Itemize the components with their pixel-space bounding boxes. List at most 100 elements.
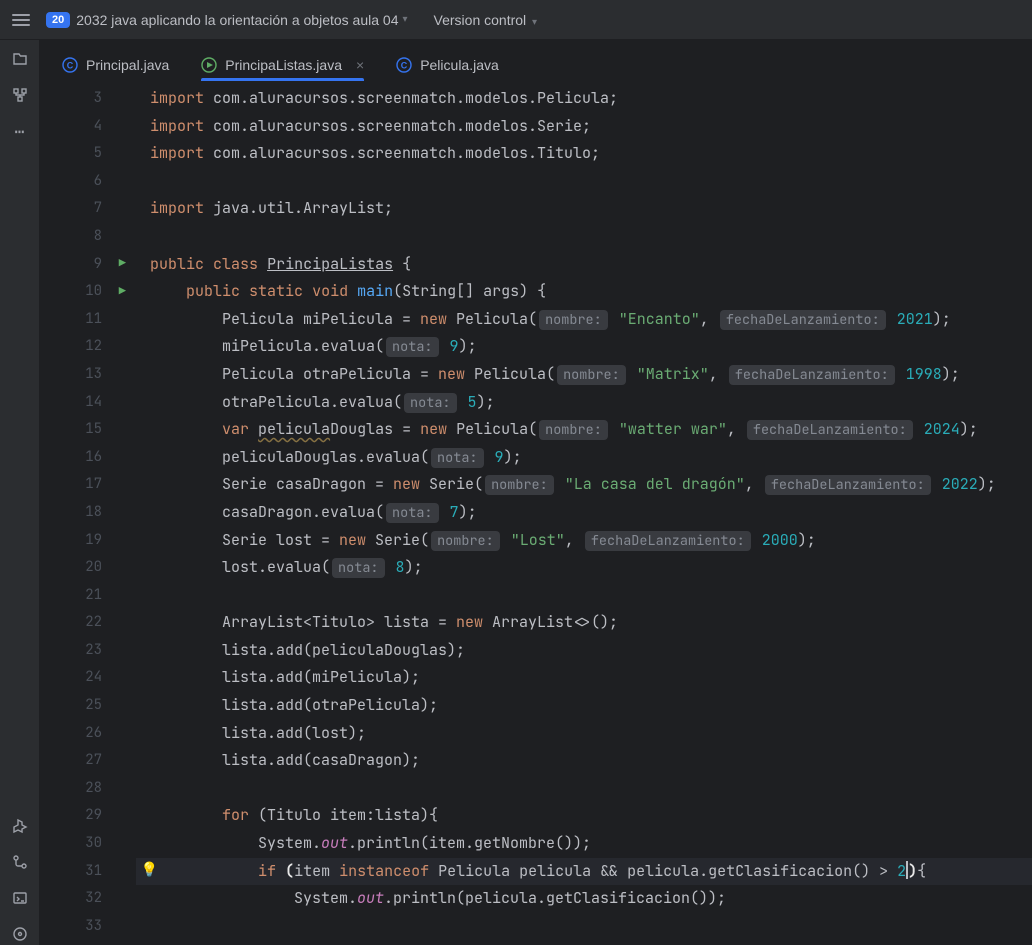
param-hint: fechaDeLanzamiento:	[747, 420, 913, 440]
line-number[interactable]: 20	[40, 554, 136, 582]
code-line	[150, 775, 1032, 803]
line-number[interactable]: 29	[40, 802, 136, 830]
code-line	[150, 913, 1032, 941]
code-line: ArrayList<Titulo> lista = new ArrayList<…	[150, 609, 1032, 637]
param-hint: nombre:	[485, 475, 554, 495]
line-number[interactable]: 11	[40, 306, 136, 334]
code-line: Serie casaDragon = new Serie(nombre: "La…	[150, 471, 1032, 499]
line-number[interactable]: 14	[40, 389, 136, 417]
tab-principalistas[interactable]: PrincipaListas.java ×	[187, 47, 378, 81]
line-number[interactable]: 26	[40, 720, 136, 748]
line-number[interactable]: 19	[40, 527, 136, 555]
line-number[interactable]: 17	[40, 471, 136, 499]
code-line: import com.aluracursos.screenmatch.model…	[150, 113, 1032, 141]
run-gutter-icon[interactable]: ▶	[119, 278, 126, 306]
param-hint: nota:	[386, 337, 439, 357]
code-line: lista.add(otraPelicula);	[150, 692, 1032, 720]
project-tool-icon[interactable]	[9, 48, 31, 70]
code-line: lista.add(casaDragon);	[150, 747, 1032, 775]
line-number[interactable]: 33	[40, 913, 136, 941]
services-tool-icon[interactable]	[9, 923, 31, 945]
code-line: Serie lost = new Serie(nombre: "Lost", f…	[150, 527, 1032, 555]
param-hint: fechaDeLanzamiento:	[729, 365, 895, 385]
code-area[interactable]: 3456789▶10▶11121314151617181920212223242…	[40, 82, 1032, 945]
run-gutter-icon[interactable]: ▶	[119, 251, 126, 279]
tab-label: Pelicula.java	[420, 57, 499, 73]
line-number[interactable]: 34	[40, 940, 136, 945]
git-tool-icon[interactable]	[9, 851, 31, 873]
code-line: peliculaDouglas.evalua(nota: 9);	[150, 444, 1032, 472]
editor-tabs: C Principal.java PrincipaListas.java × C…	[40, 40, 1032, 82]
code-line: otraPelicula.evalua(nota: 5);	[150, 389, 1032, 417]
code-line: Pelicula otraPelicula = new Pelicula(nom…	[150, 361, 1032, 389]
chevron-down-icon: ▾	[532, 17, 537, 28]
code-line: lista.add(lost);	[150, 720, 1032, 748]
line-number[interactable]: 13	[40, 361, 136, 389]
project-name: 2032 java aplicando la orientación a obj…	[76, 12, 398, 28]
line-number[interactable]: 12	[40, 333, 136, 361]
project-selector[interactable]: 20 2032 java aplicando la orientación a …	[46, 12, 408, 28]
line-number[interactable]: 15	[40, 416, 136, 444]
more-tool-icon[interactable]: ⋯	[9, 120, 31, 142]
main-menu-icon[interactable]	[8, 8, 34, 32]
param-hint: nombre:	[539, 420, 608, 440]
line-number[interactable]: 24	[40, 664, 136, 692]
code-line: System.out.println(item.getNombre());	[150, 830, 1032, 858]
version-control-menu[interactable]: Version control ▾	[434, 12, 538, 28]
param-hint: nombre:	[431, 531, 500, 551]
line-number[interactable]: 23	[40, 637, 136, 665]
intention-bulb-icon[interactable]: 💡	[141, 858, 158, 886]
class-runnable-icon	[201, 57, 217, 73]
svg-text:C: C	[67, 61, 74, 71]
param-hint: nombre:	[539, 310, 608, 330]
line-number[interactable]: 16	[40, 444, 136, 472]
line-number[interactable]: 8	[40, 223, 136, 251]
code-line: for (Titulo item:lista){	[150, 802, 1032, 830]
param-hint: nota:	[386, 503, 439, 523]
code-line: lost.evalua(nota: 8);	[150, 554, 1032, 582]
code-line: public class PrincipaListas {	[150, 251, 1032, 279]
line-number[interactable]: 5	[40, 140, 136, 168]
editor-panel: C Principal.java PrincipaListas.java × C…	[40, 40, 1032, 945]
line-number[interactable]: 6	[40, 168, 136, 196]
line-number[interactable]: 21	[40, 582, 136, 610]
code-line	[150, 223, 1032, 251]
line-number[interactable]: 4	[40, 113, 136, 141]
build-tool-icon[interactable]	[9, 815, 31, 837]
line-number[interactable]: 32	[40, 885, 136, 913]
line-number[interactable]: 9▶	[40, 251, 136, 279]
line-number[interactable]: 31💡	[40, 858, 136, 886]
code-line: lista.add(miPelicula);	[150, 664, 1032, 692]
code-line: var peliculaDouglas = new Pelicula(nombr…	[150, 416, 1032, 444]
line-number[interactable]: 7	[40, 195, 136, 223]
code-line: lista.add(peliculaDouglas);	[150, 637, 1032, 665]
terminal-tool-icon[interactable]	[9, 887, 31, 909]
param-hint: nota:	[404, 393, 457, 413]
param-hint: nota:	[431, 448, 484, 468]
line-number[interactable]: 25	[40, 692, 136, 720]
line-number-gutter[interactable]: 3456789▶10▶11121314151617181920212223242…	[40, 82, 136, 945]
line-number[interactable]: 30	[40, 830, 136, 858]
code-line: import com.aluracursos.screenmatch.model…	[150, 85, 1032, 113]
tab-label: PrincipaListas.java	[225, 57, 342, 73]
tab-principal[interactable]: C Principal.java	[48, 47, 183, 81]
code-content[interactable]: import com.aluracursos.screenmatch.model…	[136, 82, 1032, 945]
chevron-down-icon: ▾	[403, 14, 408, 25]
close-icon[interactable]: ×	[356, 57, 364, 73]
code-line	[150, 168, 1032, 196]
line-number[interactable]: 27	[40, 747, 136, 775]
line-number[interactable]: 10▶	[40, 278, 136, 306]
code-line	[150, 582, 1032, 610]
line-number[interactable]: 22	[40, 609, 136, 637]
tab-label: Principal.java	[86, 57, 169, 73]
tab-pelicula[interactable]: C Pelicula.java	[382, 47, 513, 81]
svg-text:C: C	[401, 61, 408, 71]
line-number[interactable]: 18	[40, 499, 136, 527]
param-hint: nombre:	[557, 365, 626, 385]
structure-tool-icon[interactable]	[9, 84, 31, 106]
code-line: Pelicula miPelicula = new Pelicula(nombr…	[150, 306, 1032, 334]
class-file-icon: C	[62, 57, 78, 73]
line-number[interactable]: 28	[40, 775, 136, 803]
left-tool-strip: ⋯	[0, 40, 40, 945]
line-number[interactable]: 3	[40, 85, 136, 113]
